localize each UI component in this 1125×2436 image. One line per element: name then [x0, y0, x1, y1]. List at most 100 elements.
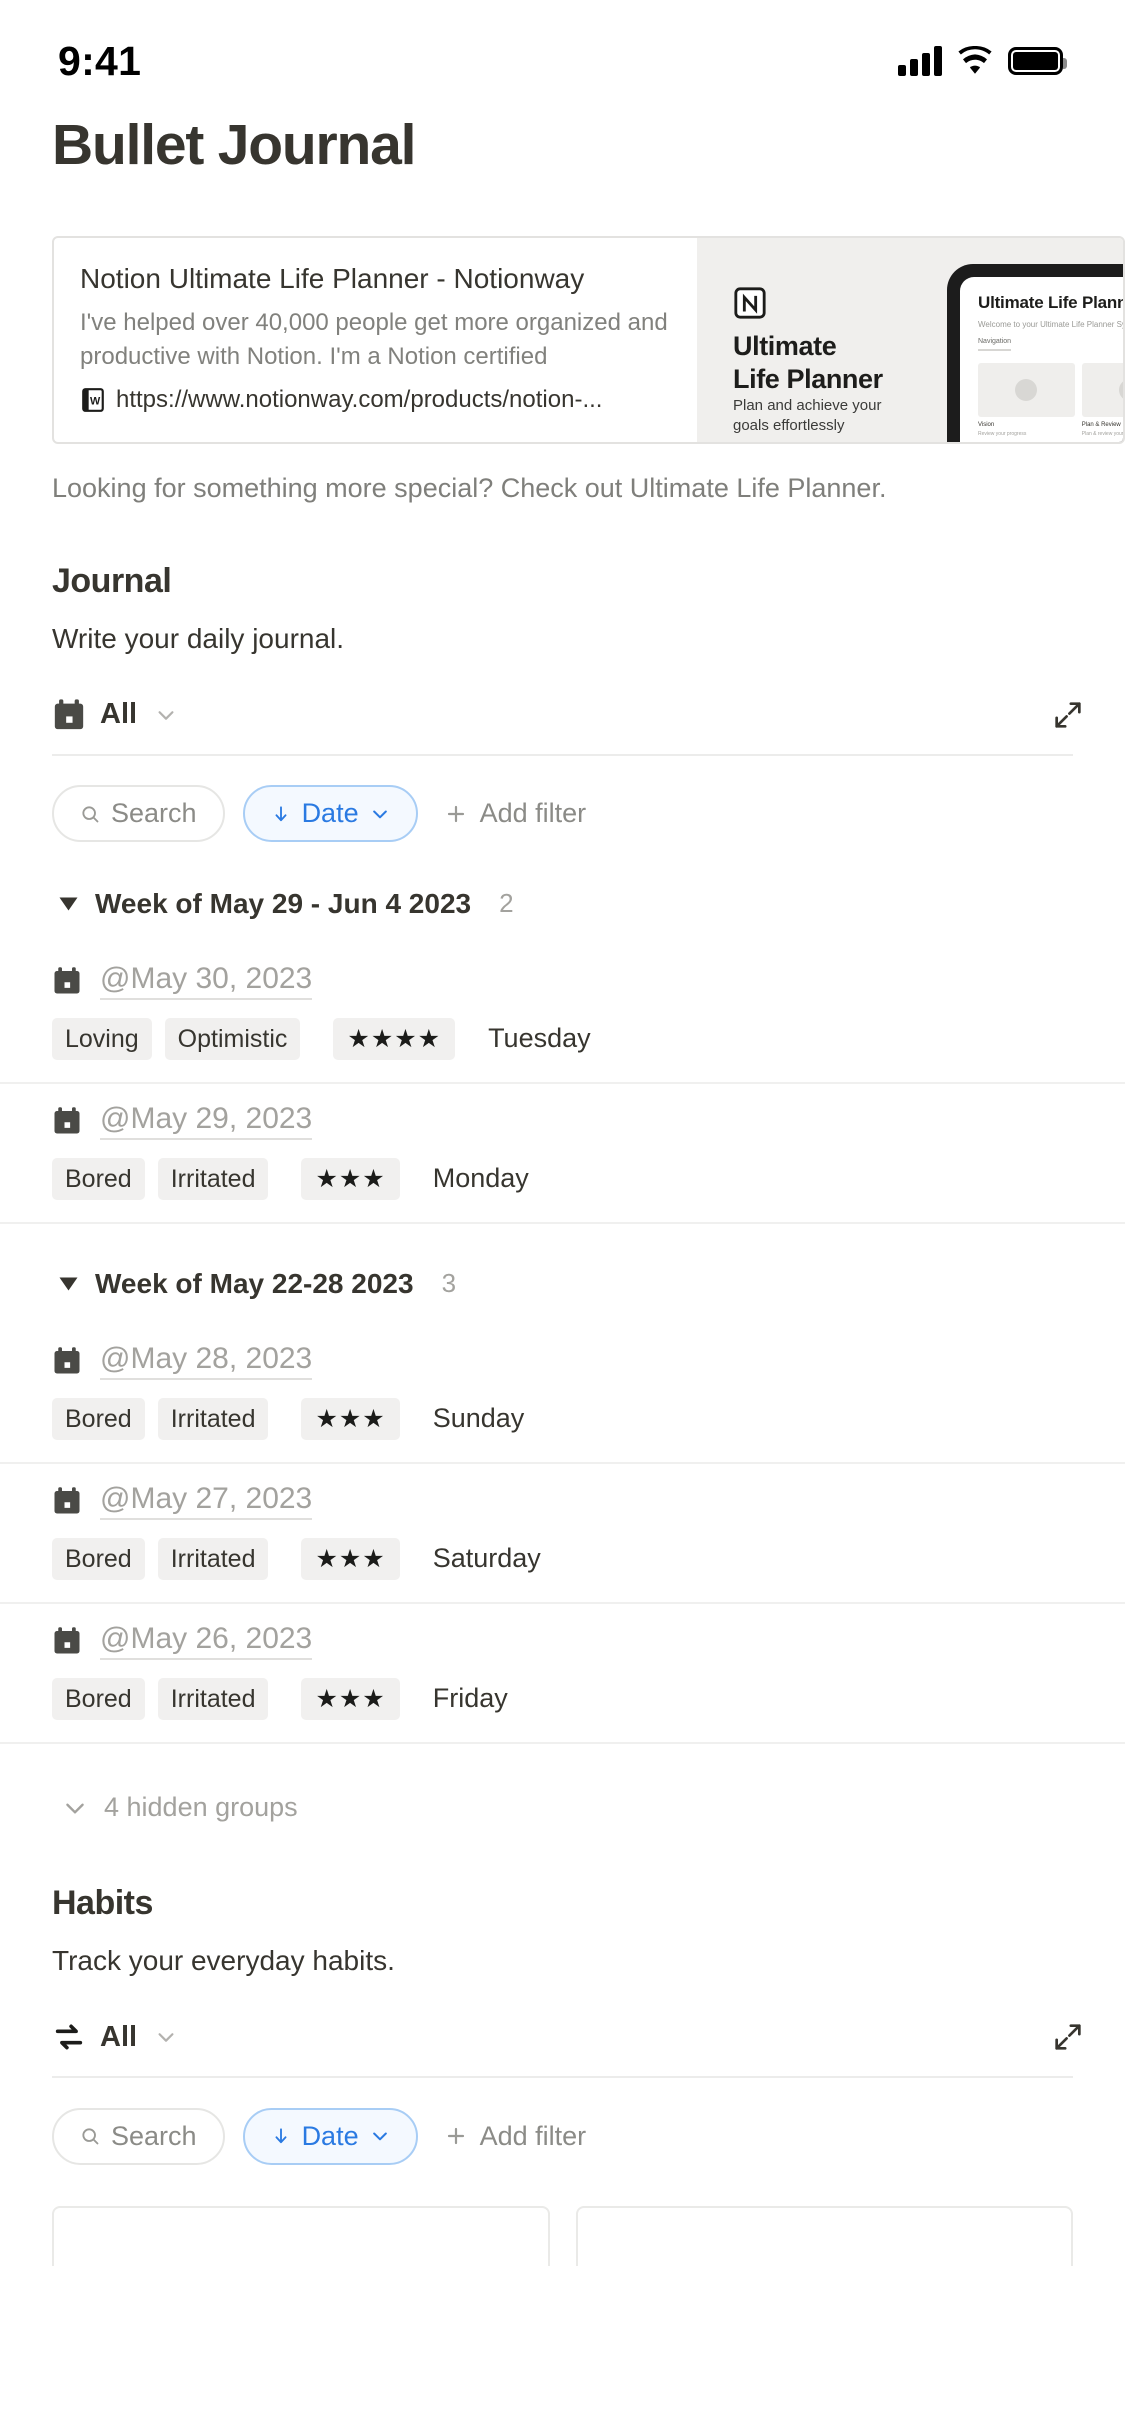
table-row[interactable]: @May 27, 2023 Bored Irritated ★★★ Saturd…	[0, 1464, 1125, 1604]
calendar-icon	[54, 1347, 80, 1374]
chevron-down-icon	[66, 1803, 84, 1814]
view-tab-all-journal[interactable]: All	[52, 698, 177, 732]
group-week-2: Week of May 22-28 2023 3 @May 28, 2023 B…	[0, 1262, 1125, 1744]
preview-screen-title: Ultimate Life Planner	[978, 293, 1123, 312]
bookmark-url: https://www.notionway.com/products/notio…	[116, 385, 603, 413]
sort-pill-label: Date	[301, 798, 359, 829]
view-divider	[52, 2076, 1073, 2079]
table-row[interactable]: @May 29, 2023 Bored Irritated ★★★ Monday	[0, 1084, 1125, 1224]
page-title: Bullet Journal	[52, 113, 416, 177]
group-rows: @May 28, 2023 Bored Irritated ★★★ Sunday	[0, 1324, 1125, 1744]
rating-stars: ★★★	[301, 1397, 400, 1440]
weekday-label: Sunday	[432, 1403, 525, 1434]
status-icons	[898, 46, 1067, 76]
row-title-line: @May 30, 2023	[52, 962, 1073, 1000]
row-properties: Bored Irritated ★★★ Friday	[52, 1677, 1073, 1720]
weekday-label: Friday	[432, 1683, 508, 1714]
row-properties: Bored Irritated ★★★ Saturday	[52, 1537, 1073, 1580]
mood-tag: Irritated	[157, 1157, 269, 1200]
table-row[interactable]: @May 30, 2023 Loving Optimistic ★★★★ Tue…	[0, 944, 1125, 1084]
add-filter-button-journal[interactable]: Add filter	[444, 798, 587, 829]
arrow-down-icon	[275, 806, 287, 822]
rating-stars: ★★★★	[333, 1017, 456, 1060]
view-row-habits: All	[0, 2008, 1125, 2066]
group-header[interactable]: Week of May 29 - Jun 4 2023 2	[0, 882, 1125, 926]
row-properties: Loving Optimistic ★★★★ Tuesday	[52, 1017, 1073, 1060]
row-date[interactable]: @May 28, 2023	[100, 1342, 313, 1380]
calendar-icon	[54, 1487, 80, 1514]
bookmark-title: Notion Ultimate Life Planner - Notionway	[80, 263, 585, 294]
mood-tag: Loving	[52, 1017, 152, 1060]
preview-subheading: Plan and achieve your goals effortlessly	[733, 397, 882, 434]
row-title-line: @May 28, 2023	[52, 1342, 1073, 1380]
mood-tag: Irritated	[157, 1397, 269, 1440]
group-count: 2	[499, 888, 514, 919]
arrow-down-icon	[275, 2128, 287, 2144]
view-label-journal: All	[100, 698, 138, 731]
habits-gallery	[0, 2206, 1125, 2267]
preview-tablet-screen: Ultimate Life Planner Welcome to your Ul…	[960, 277, 1123, 442]
section-title-habits: Habits	[52, 1883, 153, 1922]
row-date[interactable]: @May 27, 2023	[100, 1482, 313, 1520]
search-pill-journal[interactable]: Search	[52, 785, 225, 843]
calendar-icon	[54, 967, 80, 994]
group-week-1: Week of May 29 - Jun 4 2023 2 @May 30, 2…	[0, 882, 1125, 1224]
caret-down-icon[interactable]	[59, 897, 78, 911]
add-filter-button-habits[interactable]: Add filter	[444, 2121, 586, 2152]
row-date[interactable]: @May 29, 2023	[100, 1102, 313, 1140]
hidden-groups-toggle[interactable]: 4 hidden groups	[0, 1786, 1125, 1830]
preview-screen-nav: Navigation	[978, 338, 1012, 351]
group-header[interactable]: Week of May 22-28 2023 3	[0, 1262, 1125, 1306]
table-row[interactable]: @May 26, 2023 Bored Irritated ★★★ Friday	[0, 1604, 1125, 1744]
bookmark-url-row: W https://www.notionway.com/products/not…	[80, 386, 671, 414]
gallery-card[interactable]	[52, 2206, 550, 2267]
caret-down-icon[interactable]	[59, 1277, 78, 1291]
expand-icon[interactable]	[1051, 698, 1085, 732]
chevron-down-icon	[158, 711, 174, 720]
weekday-label: Saturday	[432, 1543, 541, 1574]
search-pill-label: Search	[111, 798, 197, 829]
notion-logo-icon	[734, 287, 766, 319]
search-pill-habits[interactable]: Search	[52, 2107, 225, 2165]
table-row[interactable]: @May 28, 2023 Bored Irritated ★★★ Sunday	[0, 1324, 1125, 1464]
rating-stars: ★★★	[301, 1677, 400, 1720]
search-pill-label: Search	[111, 2120, 197, 2151]
group-count: 3	[441, 1268, 457, 1299]
row-date[interactable]: @May 30, 2023	[100, 962, 313, 1000]
search-icon	[82, 2128, 99, 2145]
preview-card-label: Vision	[978, 422, 995, 428]
gallery-card[interactable]	[575, 2206, 1073, 2267]
preview-screen-grid: Vision Review your progress Plan & Revie…	[978, 363, 1123, 437]
bookmark-preview-image: Ultimate Life Planner Plan and achieve yo…	[697, 238, 1123, 442]
sort-pill-date-journal[interactable]: Date	[242, 785, 418, 843]
wifi-icon	[958, 46, 992, 74]
plus-icon	[447, 2128, 464, 2145]
section-journal: Journal Write your daily journal. All Se…	[0, 562, 1125, 1830]
row-properties: Bored Irritated ★★★ Monday	[52, 1157, 1073, 1200]
view-tab-all-habits[interactable]: All	[52, 2020, 177, 2054]
section-description-habits: Track your everyday habits.	[52, 1944, 395, 1976]
status-time: 9:41	[58, 37, 142, 84]
group-title: Week of May 22-28 2023	[95, 1267, 414, 1299]
add-filter-label: Add filter	[479, 798, 587, 829]
weekday-label: Monday	[432, 1163, 529, 1194]
status-bar: 9:41	[0, 0, 1125, 100]
rating-stars: ★★★	[301, 1537, 400, 1580]
plus-icon	[447, 805, 464, 823]
row-title-line: @May 29, 2023	[52, 1102, 1073, 1140]
bookmark-card[interactable]: Notion Ultimate Life Planner - Notionway…	[52, 236, 1125, 444]
bookmark-caption: Looking for something more special? Chec…	[52, 473, 887, 503]
section-title-journal: Journal	[52, 561, 172, 600]
sort-pill-date-habits[interactable]: Date	[242, 2107, 418, 2165]
mood-tag: Irritated	[157, 1677, 269, 1720]
preview-card-desc: Plan & review your HPs	[1081, 431, 1123, 437]
row-date[interactable]: @May 26, 2023	[100, 1622, 313, 1660]
expand-icon[interactable]	[1051, 2020, 1085, 2054]
bookmark-description: I've helped over 40,000 people get more …	[80, 308, 668, 370]
view-row-journal: All	[0, 686, 1125, 744]
battery-full-icon	[1008, 47, 1067, 75]
mood-tag: Irritated	[157, 1537, 269, 1580]
group-title: Week of May 29 - Jun 4 2023	[95, 887, 472, 919]
group-rows: @May 30, 2023 Loving Optimistic ★★★★ Tue…	[0, 944, 1125, 1224]
calendar-icon	[54, 699, 84, 730]
